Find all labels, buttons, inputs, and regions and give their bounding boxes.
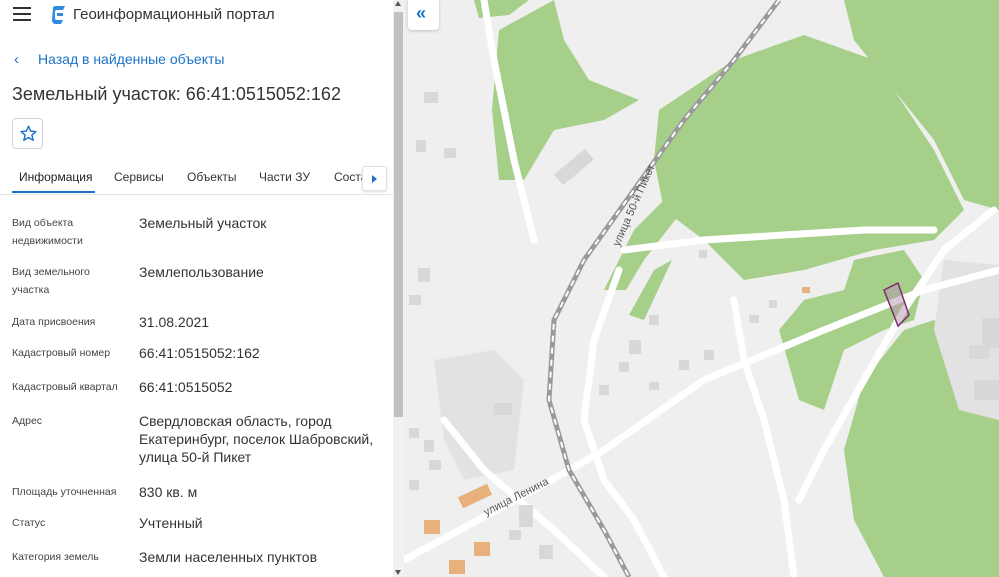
info-value: Землепользование [139, 264, 264, 280]
info-value: Земли населенных пунктов [139, 549, 318, 565]
info-value: 66:41:0515052:162 [139, 345, 260, 361]
tab-objects[interactable]: Объекты [187, 170, 237, 184]
info-panel: Геоинформационный портал ‹ Назад в найден… [0, 0, 393, 577]
add-favorite-button[interactable] [12, 118, 43, 149]
menu-icon[interactable] [13, 7, 31, 23]
portal-logo-icon [52, 6, 65, 24]
info-value: Свердловская область, город Екатеринбург… [139, 413, 374, 465]
info-value: 31.08.2021 [139, 314, 210, 330]
scrollbar-thumb[interactable] [394, 12, 403, 417]
active-tab-indicator [12, 191, 95, 193]
back-link-label: Назад в найденные объекты [38, 51, 225, 67]
collapse-panel-button[interactable]: « [408, 0, 439, 30]
info-label: Вид объекта недвижимости [12, 217, 83, 247]
info-label: Кадастровый номер [12, 347, 111, 359]
map-view[interactable]: улица 50-й Пикет улица Ленина [404, 0, 999, 577]
tab-parts[interactable]: Части ЗУ [259, 170, 310, 184]
tab-bar: Информация Сервисы Объекты Части ЗУ Сост… [0, 160, 393, 195]
tab-scroll-right-button[interactable] [362, 166, 387, 191]
info-label: Категория земель [12, 551, 99, 563]
info-value: 66:41:0515052 [139, 379, 233, 395]
info-label: Кадастровый квартал [12, 381, 118, 393]
page-title: Земельный участок: 66:41:0515052:162 [12, 84, 341, 104]
panel-scrollbar[interactable] [393, 0, 404, 577]
info-label: Адрес [12, 415, 43, 427]
scroll-up-arrow-icon[interactable] [395, 1, 401, 6]
app-title: Геоинформационный портал [73, 6, 275, 23]
info-value: 830 кв. м [139, 484, 198, 500]
info-value: Учтенный [139, 515, 203, 531]
tab-information[interactable]: Информация [19, 170, 92, 184]
tab-services[interactable]: Сервисы [114, 170, 164, 184]
chevron-left-icon: ‹ [14, 51, 19, 68]
scroll-down-arrow-icon[interactable] [395, 570, 401, 575]
info-label: Статус [12, 517, 46, 529]
info-label: Вид земельного участка [12, 266, 90, 296]
star-icon [20, 125, 37, 142]
info-label: Площадь уточненная [12, 486, 117, 498]
info-label: Дата присвоения [12, 316, 96, 328]
double-chevron-left-icon: « [416, 3, 427, 23]
info-value: Земельный участок [139, 215, 267, 231]
map-canvas[interactable]: улица 50-й Пикет улица Ленина [404, 0, 999, 577]
back-to-results-link[interactable]: ‹ Назад в найденные объекты [14, 51, 224, 68]
app-bar: Геоинформационный портал [0, 0, 393, 30]
